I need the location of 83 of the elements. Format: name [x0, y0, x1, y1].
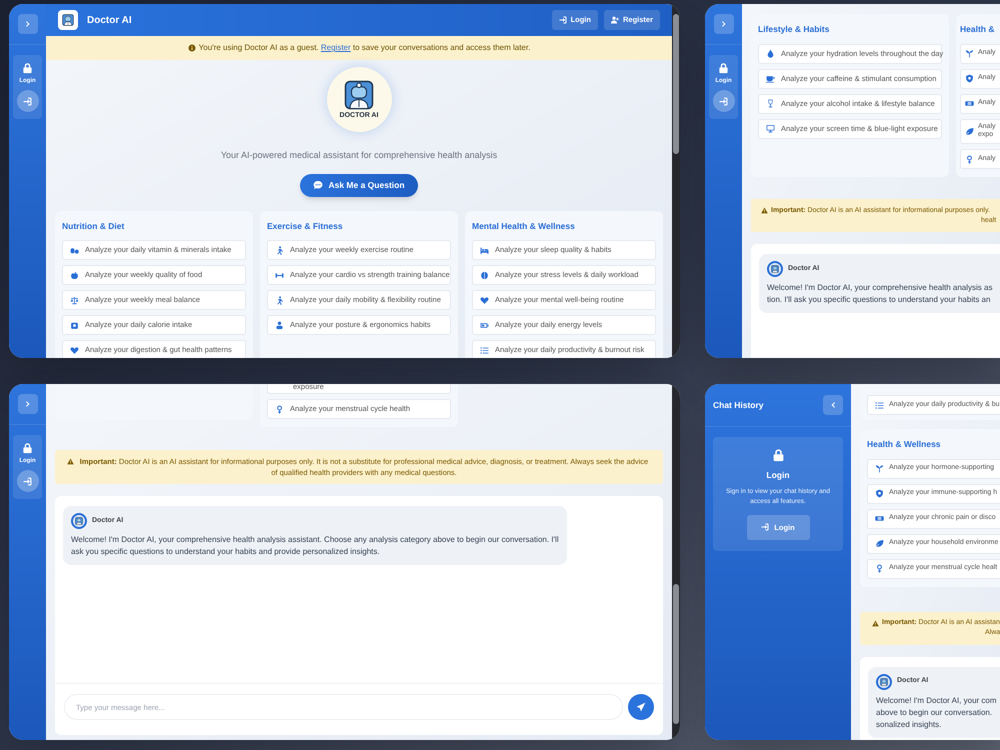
- collapse-sidebar-button[interactable]: [823, 395, 843, 415]
- chat-bubble-icon: [313, 180, 324, 190]
- message-text: tion. I'll ask you specific questions to understand your habits an: [767, 294, 992, 306]
- login-icon-button[interactable]: [712, 90, 734, 112]
- chevron-right-icon: [24, 400, 32, 408]
- bandage-icon: [965, 99, 974, 108]
- heart-icon: [480, 296, 489, 304]
- info-icon: [188, 44, 196, 52]
- scrollbar-thumb[interactable]: [673, 14, 679, 154]
- runner-icon: [275, 246, 284, 254]
- bandage-icon: [875, 514, 884, 523]
- chevron-right-icon: [720, 20, 728, 28]
- bed-icon: [480, 246, 489, 254]
- lock-icon: [22, 442, 33, 454]
- expand-sidebar-button[interactable]: [18, 394, 38, 414]
- expand-sidebar-button[interactable]: [18, 14, 38, 34]
- female-sign-icon: [275, 404, 284, 414]
- guest-notice: You're using Doctor AI as a guest. Register to save your conversations and access them later.: [198, 42, 530, 54]
- user-plus-icon: [610, 16, 619, 24]
- lock-icon: [22, 62, 33, 74]
- scale-icon: [70, 296, 79, 304]
- list-icon: [875, 400, 884, 410]
- sprout-icon: [875, 464, 884, 473]
- runner-icon: [275, 296, 284, 304]
- message-text: sonalized insights.: [876, 718, 942, 730]
- sign-in-icon: [558, 16, 567, 24]
- robot-icon: [771, 265, 779, 273]
- robot-icon: [62, 14, 74, 26]
- category-title: Exercise & Fitness: [267, 222, 344, 230]
- shield-icon: [965, 74, 974, 83]
- login-icon-button[interactable]: [16, 90, 38, 112]
- expand-sidebar-button[interactable]: [714, 14, 734, 34]
- apple-icon: [70, 270, 79, 280]
- category-title: Mental Health & Wellness: [472, 222, 576, 230]
- ask-question-button[interactable]: Ask Me a Question: [300, 174, 418, 196]
- robot-icon: [75, 517, 83, 525]
- app-title: Doctor AI: [87, 14, 132, 28]
- chevron-right-icon: [24, 20, 32, 28]
- sign-in-icon: [761, 523, 770, 532]
- dumbbell-icon: [275, 270, 284, 280]
- lock-icon: [772, 448, 784, 462]
- lock-icon: [718, 62, 729, 74]
- category-title: Lifestyle & Habits: [758, 25, 830, 34]
- box-icon: [70, 320, 79, 330]
- leaf-icon: [875, 539, 884, 548]
- message-text: Welcome! I'm Doctor AI, your comprehensive health analysis as: [767, 282, 994, 294]
- message-text: above to begin our conversation.: [876, 706, 994, 718]
- scrollbar-thumb[interactable]: [673, 584, 679, 724]
- sign-in-icon: [23, 476, 32, 486]
- female-sign-icon: [875, 564, 884, 573]
- sidebar-title: Chat History: [713, 398, 764, 412]
- drop-icon: [766, 49, 775, 58]
- battery-icon: [480, 320, 489, 330]
- monitor-icon: [766, 124, 775, 133]
- login-title: Login: [766, 469, 790, 482]
- category-title: Nutrition & Diet: [62, 222, 126, 230]
- tagline: Your AI-powered medical assistant for comprehensive health analysis: [220, 149, 498, 162]
- login-icon-button[interactable]: [16, 470, 38, 492]
- robot-drawing: [344, 80, 374, 110]
- warning-icon: [67, 458, 74, 465]
- glass-icon: [766, 99, 775, 108]
- category-title: Health & Wellness: [867, 440, 942, 450]
- chevron-left-icon: [829, 401, 837, 409]
- sprout-icon: [965, 49, 974, 58]
- register-link[interactable]: Register: [320, 43, 351, 52]
- warning-icon: [761, 207, 768, 214]
- leaf-icon: [965, 126, 974, 136]
- category-title: Health &: [960, 25, 996, 34]
- robot-icon: [880, 678, 888, 686]
- message-text: Welcome! I'm Doctor AI, your comprehensive health analysis assistant. Choose any analysis category above to begin our conversation. I'll ask you specific questions to understand your habits and provide personalized insights.: [71, 534, 559, 558]
- list-icon: [480, 346, 489, 354]
- pills-icon: [70, 246, 79, 254]
- person-icon: [275, 320, 284, 330]
- send-icon: [636, 702, 646, 712]
- send-button[interactable]: [628, 694, 654, 720]
- female-sign-icon: [965, 154, 974, 164]
- sign-in-icon: [23, 96, 32, 106]
- warning-icon: [872, 620, 879, 626]
- shield-icon: [875, 489, 884, 498]
- heart-icon: [70, 346, 79, 354]
- message-text: Welcome! I'm Doctor AI, your com: [876, 694, 998, 706]
- cup-icon: [766, 74, 775, 83]
- sign-in-icon: [719, 96, 728, 106]
